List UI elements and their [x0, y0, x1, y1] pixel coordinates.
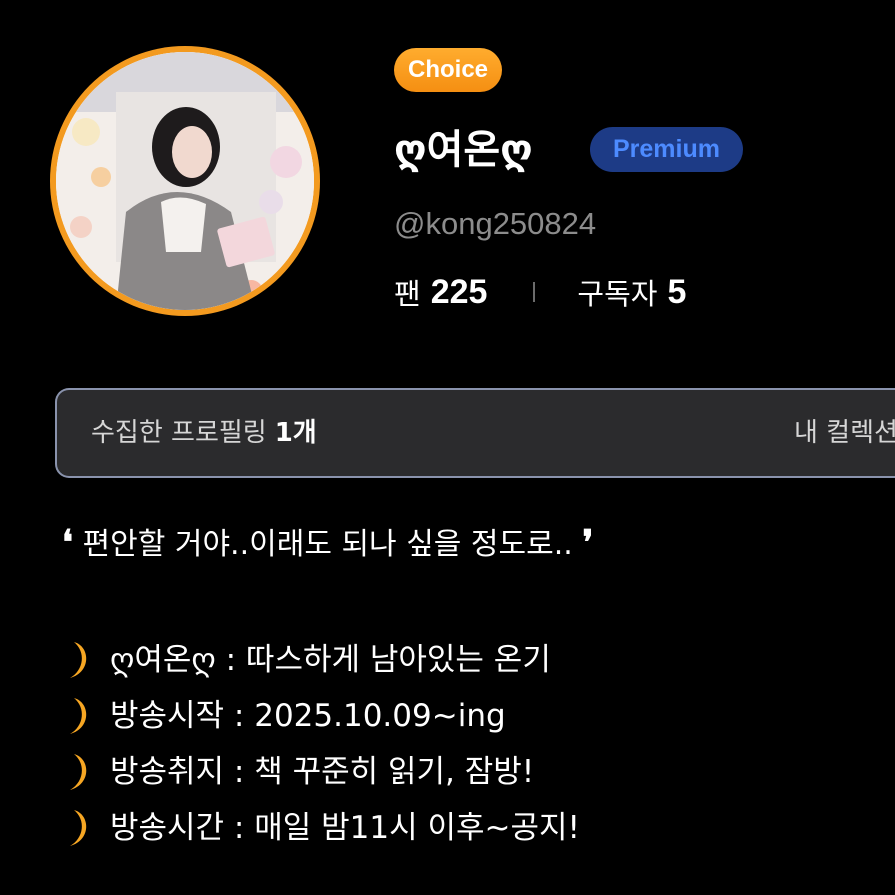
profile-handle: @kong250824	[394, 206, 597, 241]
open-quote-icon: ❛	[62, 523, 73, 563]
stats-divider	[533, 282, 536, 302]
profile-nickname: ღ여온ღ	[394, 127, 533, 173]
crescent-moon-icon	[62, 696, 96, 736]
bio-line-text: ღ여온ღ : 따스하게 남아있는 온기	[110, 642, 551, 678]
fans-label[interactable]: 팬	[394, 271, 421, 313]
bio-quote-text: 편안할 거야..이래도 되나 싶을 정도로..	[82, 527, 573, 562]
bio-line-text: 방송시작 : 2025.10.09~ing	[110, 698, 506, 734]
bio-line: 방송시간 : 매일 밤11시 이후~공지!	[62, 800, 580, 856]
my-collection-link[interactable]: 내 컬렉션	[794, 390, 895, 476]
profile-avatar[interactable]	[50, 46, 320, 316]
subscribers-count[interactable]: 5	[667, 273, 686, 312]
subscribers-label[interactable]: 구독자	[577, 271, 657, 313]
bio-line-text: 방송취지 : 책 꾸준히 읽기, 잠방!	[110, 754, 535, 790]
avatar-photo	[56, 52, 314, 310]
crescent-moon-icon	[62, 808, 96, 848]
bio-line-text: 방송시간 : 매일 밤11시 이후~공지!	[110, 810, 580, 846]
bio-line: 방송시작 : 2025.10.09~ing	[62, 688, 580, 744]
bio-line: ღ여온ღ : 따스하게 남아있는 온기	[62, 632, 580, 688]
collection-label: 수집한 프로필링	[91, 418, 267, 448]
collection-summary: 수집한 프로필링 1개	[91, 390, 317, 476]
premium-badge: Premium	[590, 127, 743, 172]
bio-line: 방송취지 : 책 꾸준히 읽기, 잠방!	[62, 744, 580, 800]
profile-ring-collection-bar[interactable]: 수집한 프로필링 1개 내 컬렉션	[55, 388, 895, 478]
crescent-moon-icon	[62, 752, 96, 792]
collection-count: 1개	[274, 418, 317, 448]
profile-stats: 팬 225 구독자 5	[394, 269, 686, 315]
bio-lines: ღ여온ღ : 따스하게 남아있는 온기 방송시작 : 2025.10.09~in…	[62, 632, 580, 856]
crescent-moon-icon	[62, 640, 96, 680]
bio-quote: ❛ 편안할 거야..이래도 되나 싶을 정도로.. ❜	[62, 518, 593, 570]
close-quote-icon: ❜	[582, 523, 594, 563]
fans-count[interactable]: 225	[431, 273, 488, 312]
choice-badge: Choice	[394, 48, 503, 92]
